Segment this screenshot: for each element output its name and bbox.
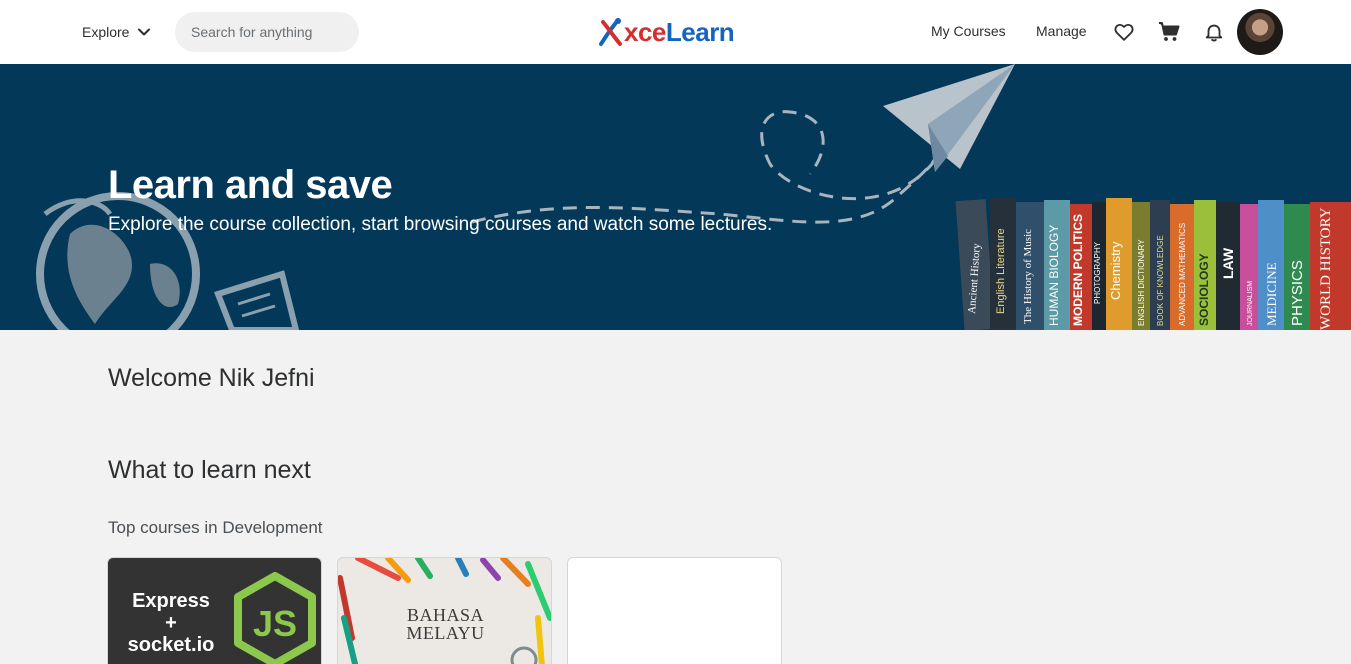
search-input[interactable] [175,12,359,52]
paper-plane-icon [883,64,1015,172]
book-spine-text: Chemistry [1108,241,1123,300]
books-illustration: Ancient History English Literature The H… [955,198,1351,330]
course-thumbnail-text: Express + socket.io [127,590,215,656]
chevron-down-icon [138,28,151,36]
bell-icon [1205,24,1223,42]
logo-mark-icon [599,18,622,46]
book-spine-text: ADVANCED MATHEMATICS [1178,223,1187,326]
course-thumbnail-text: BAHASA MELAYU [406,605,485,643]
hero-subtitle: Explore the course collection, start bro… [108,214,773,235]
notifications-button[interactable] [1202,20,1226,44]
book-spine-text: SOCIOLOGY [1197,253,1211,326]
explore-menu[interactable]: Explore [82,21,151,43]
wishlist-button[interactable] [1112,20,1136,44]
welcome-heading: Welcome Nik Jefni [108,364,315,392]
book-spine-text: MODERN POLITICS [1071,214,1085,326]
hero-banner: Ancient History English Literature The H… [0,64,1351,330]
cart-icon [1159,22,1180,41]
book-spine-text: English Literature [995,228,1007,314]
svg-text:JS: JS [253,603,297,644]
logo-wordmark: xceLearn [624,16,735,47]
book-spine-text: WORLD HISTORY [1318,207,1334,330]
heart-icon [1114,23,1134,41]
explore-label: Explore [82,24,130,40]
book-spine-text: BOOK OF KNOWLEDGE [1156,235,1165,326]
course-card-bahasa-melayu[interactable]: BAHASA MELAYU [337,557,552,664]
hero-title: Learn and save [108,163,393,207]
manage-link[interactable]: Manage [1036,23,1087,39]
book-spine-text: HUMAN BIOLOGY [1047,225,1061,326]
book-spine-text: The History of Music [1022,229,1034,324]
course-card-express-socketio[interactable]: Express + socket.io JS [107,557,322,664]
category-heading: Top courses in Development [108,518,323,537]
book-spine-text: ENGLISH DICTIONARY [1137,239,1146,326]
top-navbar: Explore xceLearn My Courses Manage [0,0,1351,64]
user-avatar[interactable] [1237,9,1283,55]
course-card-placeholder[interactable] [567,557,782,664]
nodejs-logo-icon: JS [234,572,316,664]
book-spine-text: MEDICINE [1264,262,1279,326]
book-spine-text: PHOTOGRAPHY [1093,241,1102,304]
section-heading: What to learn next [108,456,311,484]
dashed-flight-path [471,110,936,224]
my-courses-link[interactable]: My Courses [931,23,1006,39]
xcelearn-logo[interactable]: xceLearn [598,14,735,50]
book-spine-text: PHYSICS [1289,260,1306,326]
book-spine-text: JOURNALISM [1247,281,1254,326]
book-spine-text: LAW [1220,247,1236,279]
cart-button[interactable] [1157,20,1181,44]
notebook-icon [214,270,300,330]
